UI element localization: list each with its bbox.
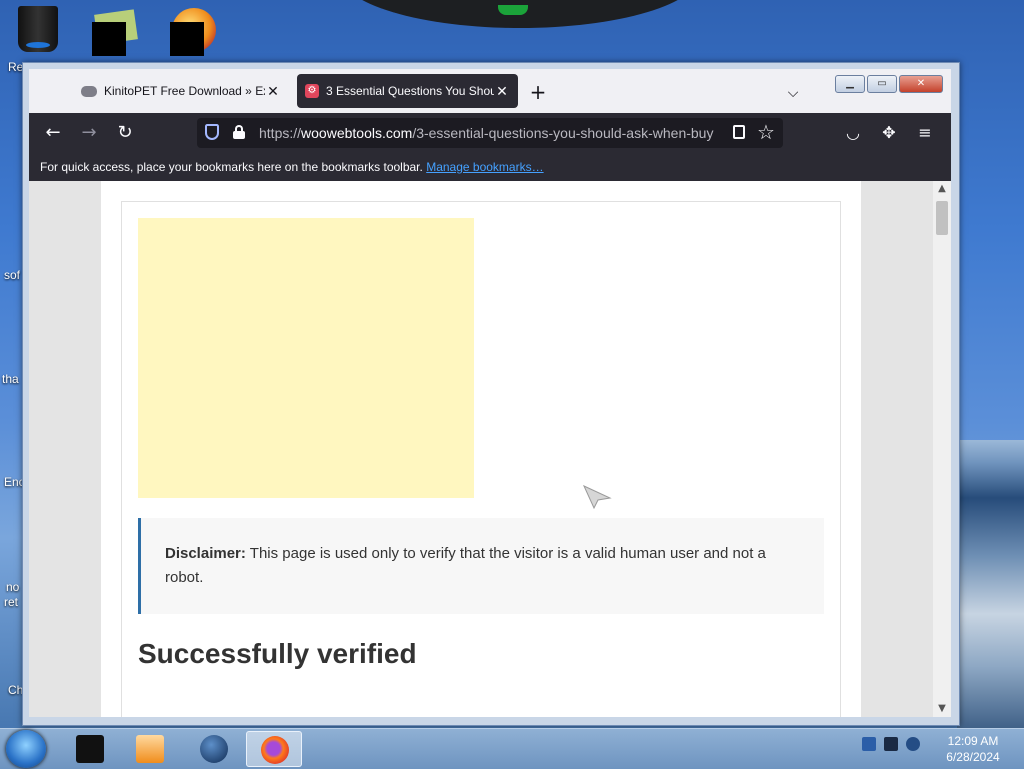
mouse-cursor-icon [582, 484, 612, 510]
clock-date: 6/28/2024 [946, 750, 1000, 764]
address-bar[interactable]: https://woowebtools.com/3-essential-ques… [197, 118, 783, 148]
tray-app-icon[interactable] [862, 737, 876, 751]
page-container: Disclaimer: This page is used only to ve… [101, 181, 861, 717]
close-window-button[interactable]: ✕ [899, 75, 943, 93]
scroll-up-arrow-icon[interactable]: ▲ [933, 181, 951, 197]
menu-hamburger-icon[interactable]: ≡ [913, 121, 937, 145]
disclaimer-box: Disclaimer: This page is used only to ve… [138, 518, 824, 614]
url-text[interactable]: https://woowebtools.com/3-essential-ques… [259, 125, 719, 141]
manage-bookmarks-link[interactable]: Manage bookmarks… [426, 160, 543, 174]
start-button[interactable] [6, 730, 46, 768]
pocket-icon[interactable]: ◡ [841, 121, 865, 145]
bookmark-star-icon[interactable]: ☆ [757, 120, 775, 145]
bookmarks-toolbar: For quick access, place your bookmarks h… [29, 153, 951, 181]
clock-time: 12:09 AM [947, 734, 999, 748]
navigation-toolbar: ← → ↻ https://woowebtools.com/3-essentia… [29, 113, 951, 153]
window-controls: ▁ ▭ ✕ [835, 75, 943, 93]
desktop-icon-label: tha [2, 372, 19, 386]
gamepad-icon [81, 85, 97, 97]
wallpaper-sea [957, 440, 1024, 730]
taskbar-app-media[interactable] [122, 731, 178, 767]
article-card: Disclaimer: This page is used only to ve… [121, 201, 841, 717]
tray-volume-icon[interactable] [906, 737, 920, 751]
disclaimer-label: Disclaimer: [165, 545, 246, 562]
url-domain: woowebtools.com [301, 125, 413, 141]
tab-kinitopet[interactable]: KinitoPET Free Download » Extr ✕ [73, 74, 289, 108]
tab-title: 3 Essential Questions You Shou [326, 84, 494, 98]
forward-arrow-icon[interactable]: → [77, 121, 101, 145]
tab-essential-questions[interactable]: ⚙ 3 Essential Questions You Shou ✕ [297, 74, 518, 108]
firefox-icon [261, 736, 289, 764]
taskbar-app-box[interactable] [62, 731, 118, 767]
taskbar-app-globe[interactable] [186, 731, 242, 767]
system-tray [862, 737, 920, 751]
tray-network-icon[interactable] [884, 737, 898, 751]
scroll-down-arrow-icon[interactable]: ▼ [933, 701, 951, 717]
minimize-button[interactable]: ▁ [835, 75, 865, 93]
desktop-icon-redacted[interactable] [92, 22, 126, 56]
list-all-tabs-chevron-icon[interactable]: ⌵ [781, 81, 805, 105]
desktop-icon-label: no [6, 580, 20, 594]
verified-heading: Successfully verified [138, 638, 417, 669]
extensions-puzzle-icon[interactable]: ✥ [877, 121, 901, 145]
desktop-icon-redacted[interactable] [170, 22, 204, 56]
desktop-icon-label: ret [4, 595, 19, 609]
site-favicon-icon: ⚙ [305, 84, 319, 98]
black-box-app-icon [76, 735, 104, 763]
scrollbar-thumb[interactable] [936, 201, 948, 235]
url-prefix: https:// [259, 125, 302, 141]
close-tab-icon[interactable]: ✕ [265, 83, 281, 100]
taskbar-app-firefox[interactable] [246, 731, 302, 767]
tracking-protection-shield-icon[interactable] [205, 124, 219, 140]
clock[interactable]: 12:09 AM 6/28/2024 [940, 733, 1006, 765]
disclaimer-text: This page is used only to verify that th… [165, 545, 766, 586]
url-path: /3-essential-questions-you-should-ask-wh… [412, 125, 714, 141]
taskbar: 12:09 AM 6/28/2024 [0, 728, 1024, 769]
bookmarks-hint: For quick access, place your bookmarks h… [40, 160, 423, 174]
ad-placeholder [138, 218, 474, 498]
desktop-icon-label: sof [4, 268, 21, 282]
new-tab-button[interactable]: + [526, 81, 550, 105]
maximize-button[interactable]: ▭ [867, 75, 897, 93]
web-content: Disclaimer: This page is used only to ve… [29, 181, 933, 717]
vertical-scrollbar[interactable]: ▲ ▼ [933, 181, 951, 717]
back-arrow-icon[interactable]: ← [41, 121, 65, 145]
recycle-bin-icon[interactable] [18, 6, 58, 52]
reload-icon[interactable]: ↻ [113, 121, 137, 145]
close-tab-icon[interactable]: ✕ [494, 83, 510, 100]
gadget-led [498, 5, 528, 15]
tab-title: KinitoPET Free Download » Extr [104, 84, 265, 98]
media-player-icon [136, 735, 164, 763]
browser-window: KinitoPET Free Download » Extr ✕ ⚙ 3 Ess… [22, 62, 960, 726]
globe-icon [200, 735, 228, 763]
tab-strip: KinitoPET Free Download » Extr ✕ ⚙ 3 Ess… [29, 69, 951, 113]
reader-view-icon[interactable] [733, 125, 745, 139]
lock-icon[interactable] [233, 125, 245, 139]
